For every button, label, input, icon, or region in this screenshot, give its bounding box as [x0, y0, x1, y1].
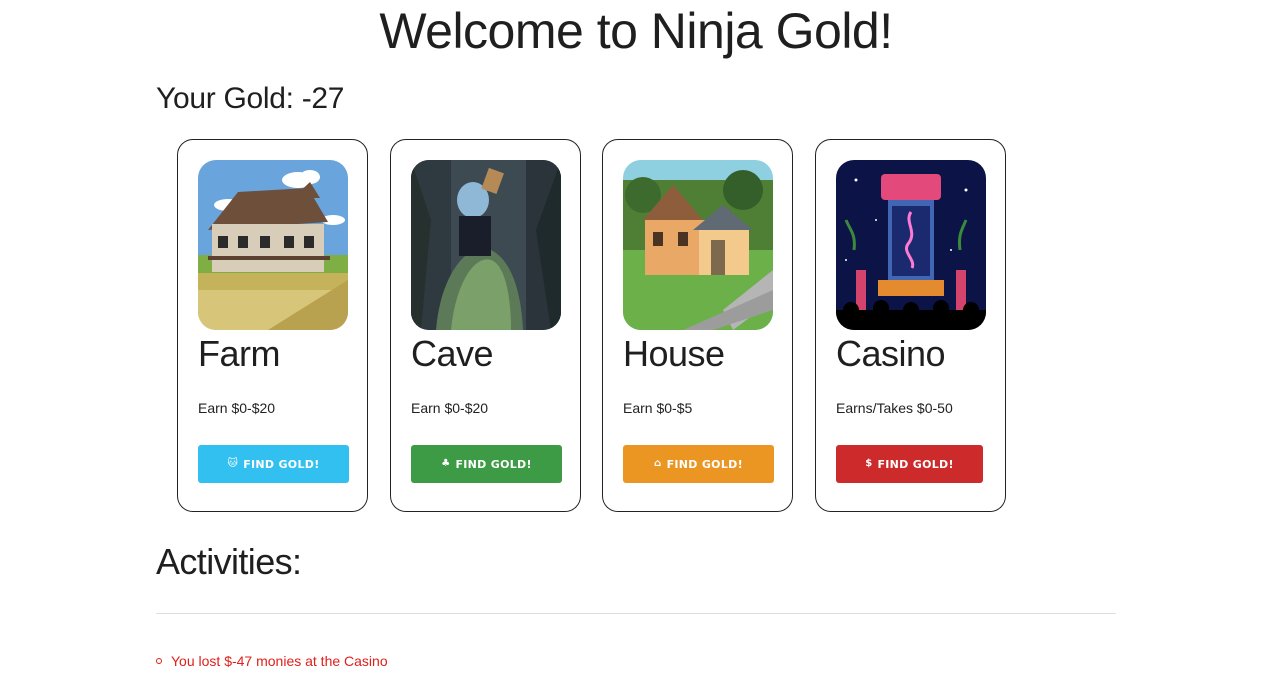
page-title: Welcome to Ninja Gold! [379, 3, 893, 59]
card-title: House [623, 333, 725, 374]
activity-log: You lost $-47 monies at the Casino [156, 652, 388, 670]
bullet-icon [156, 658, 162, 664]
home-icon: ⌂ [654, 458, 662, 469]
button-label: FIND GOLD! [877, 457, 954, 471]
card-title: Casino [836, 333, 946, 374]
tree-icon: ♣ [441, 458, 451, 469]
cave-image [411, 160, 561, 330]
card-casino: Casino Earns/Takes $0-50 $ FIND GOLD! [815, 139, 1006, 512]
button-label: FIND GOLD! [243, 457, 320, 471]
dollar-icon: $ [865, 458, 873, 469]
gold-counter: Your Gold: -27 [156, 82, 345, 115]
find-gold-farm-button[interactable]: 🐱 FIND GOLD! [198, 445, 349, 483]
find-gold-cave-button[interactable]: ♣ FIND GOLD! [411, 445, 562, 483]
find-gold-house-button[interactable]: ⌂ FIND GOLD! [623, 445, 774, 483]
house-image [623, 160, 773, 330]
find-gold-casino-button[interactable]: $ FIND GOLD! [836, 445, 983, 483]
card-house: House Earn $0-$5 ⌂ FIND GOLD! [602, 139, 793, 512]
card-farm: Farm Earn $0-$20 🐱 FIND GOLD! [177, 139, 368, 512]
card-description: Earn $0-$20 [411, 400, 489, 416]
farm-image [198, 160, 348, 330]
activity-text: You lost $-47 monies at the Casino [171, 653, 388, 669]
card-description: Earn $0-$20 [198, 400, 276, 416]
card-title: Cave [411, 333, 494, 374]
button-label: FIND GOLD! [455, 457, 532, 471]
casino-image [836, 160, 986, 330]
button-label: FIND GOLD! [666, 457, 743, 471]
divider [156, 613, 1116, 614]
ninja-gold-page: Welcome to Ninja Gold! Your Gold: -27 Fa… [0, 0, 1272, 681]
activities-heading: Activities: [156, 541, 302, 582]
card-description: Earn $0-$5 [623, 400, 693, 416]
paw-icon: 🐱 [227, 458, 239, 469]
card-cave: Cave Earn $0-$20 ♣ FIND GOLD! [390, 139, 581, 512]
card-description: Earns/Takes $0-50 [836, 400, 953, 416]
activity-item: You lost $-47 monies at the Casino [156, 652, 388, 670]
card-title: Farm [198, 333, 281, 374]
